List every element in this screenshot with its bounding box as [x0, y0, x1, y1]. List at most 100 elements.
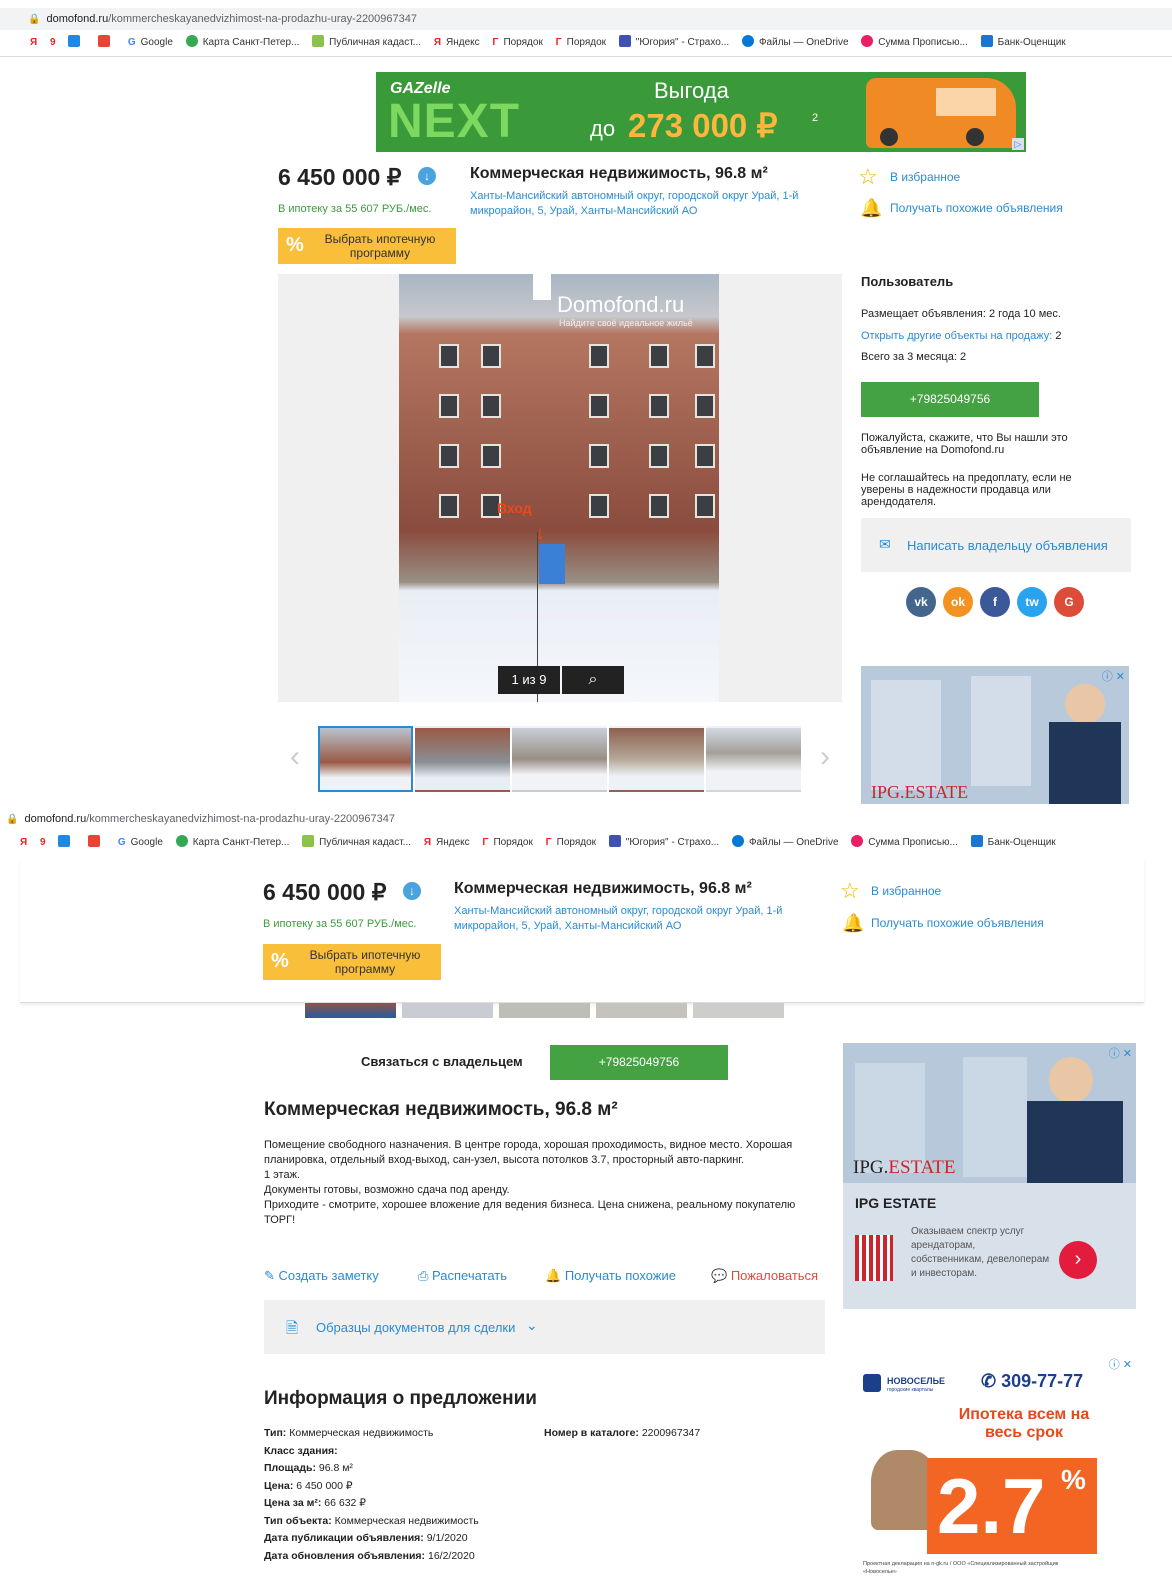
bookmark-summa[interactable]: Сумма Прописью...	[861, 30, 968, 56]
chevron-right-icon[interactable]: ›	[820, 740, 830, 774]
bell-icon[interactable]: 🔔	[842, 913, 864, 933]
url-bar[interactable]: 🔒 domofond.ru/kommercheskayanedvizhimost-…	[0, 8, 1172, 30]
google-plus-icon[interactable]: G	[1054, 587, 1084, 617]
entrance-label: Вход	[497, 500, 532, 516]
ad-close-icon[interactable]: ⓘ ✕	[1109, 1045, 1132, 1061]
sticky-favorite-link[interactable]: В избранное	[871, 884, 941, 898]
bookmark-poryadok-2[interactable]: Γ Порядок	[546, 830, 596, 856]
bookmark-summa[interactable]: Сумма Прописью...	[851, 830, 958, 856]
thumbnail[interactable]	[402, 1003, 493, 1018]
gmail-icon[interactable]	[98, 30, 115, 56]
bookmark-onedrive[interactable]: Файлы — OneDrive	[741, 30, 849, 56]
next-logo: NEXT	[388, 95, 521, 148]
thumbnail[interactable]	[415, 726, 510, 792]
bookmark-map[interactable]: Карта Санкт-Петер...	[185, 30, 299, 56]
sticky-address[interactable]: Ханты-Мансийский автономный округ, город…	[454, 904, 804, 934]
info-row: Площадь: 96.8 м²	[264, 1462, 353, 1474]
seller-others: Открыть другие объекты на продажу: 2	[861, 330, 1062, 342]
sticky-subscribe-link[interactable]: Получать похожие объявления	[871, 916, 1044, 930]
bookmark-bank[interactable]: Банк-Оценщик	[970, 830, 1056, 856]
novoselie-phone: ✆ 309-77-77	[981, 1371, 1084, 1391]
ad-close-icon[interactable]: ⓘ ✕	[1109, 1356, 1132, 1372]
thumbnail[interactable]	[499, 1003, 590, 1018]
bookmark-poryadok-1[interactable]: Γ Порядок	[492, 30, 542, 56]
price-info-icon[interactable]: ↓	[403, 882, 421, 900]
sticky-mortgage-button[interactable]: % Выбрать ипотечную программу	[263, 944, 441, 980]
similar-link[interactable]: 🔔 Получать похожие	[545, 1268, 676, 1284]
info-row: Дата публикации объявления: 9/1/2020	[264, 1532, 468, 1544]
thumbnail[interactable]	[596, 1003, 687, 1018]
bookmark-cadastre[interactable]: Публичная кадаст...	[312, 30, 421, 56]
create-note-link[interactable]: ✎ Создать заметку	[264, 1268, 379, 1284]
bookmark-cadastre[interactable]: Публичная кадаст...	[302, 830, 411, 856]
gmail-icon[interactable]	[88, 830, 105, 856]
thumbnail[interactable]	[318, 726, 413, 792]
bookmark-yandex[interactable]: Я Яндекс	[434, 30, 480, 56]
url-bar-2[interactable]: 🔒 domofond.ru/kommercheskayanedvizhimost-…	[0, 808, 1172, 830]
gazelle-banner-ad[interactable]: GAZelle NEXT Выгода до 273 000 ₽ 2 ▷	[376, 72, 1026, 152]
subscribe-link[interactable]: Получать похожие объявления	[890, 201, 1063, 215]
arrow-right-icon[interactable]: ›	[1059, 1241, 1097, 1279]
bookmark-yandex[interactable]: Я Яндекс	[424, 830, 470, 856]
percent-icon: %	[286, 234, 304, 256]
listing-address[interactable]: Ханты-Мансийский автономный округ, город…	[470, 189, 820, 219]
info-row: Тип: Коммерческая недвижимость	[264, 1427, 434, 1439]
phone-icon: ✆	[981, 1371, 997, 1391]
yandex-browser-icon[interactable]: 9	[50, 30, 56, 56]
favorite-link[interactable]: В избранное	[890, 170, 960, 184]
price-info-icon[interactable]: ↓	[418, 167, 436, 185]
photo-gallery[interactable]: Вход ↓ Domofond.ru Найдите своё идеально…	[278, 274, 842, 702]
star-icon[interactable]: ☆	[858, 166, 878, 188]
seller-note-found: Пожалуйста, скажите, что Вы нашли это об…	[861, 432, 1068, 456]
other-listings-link[interactable]: Открыть другие объекты на продажу:	[861, 330, 1052, 342]
thumbnail[interactable]	[305, 1003, 396, 1018]
thumbnail[interactable]	[706, 726, 801, 792]
watermark: Domofond.ru	[557, 292, 685, 317]
bookmark-google[interactable]: G Google	[118, 830, 163, 856]
bookmark-yugoria[interactable]: "Югория" - Страхо...	[618, 30, 729, 56]
yandex-icon[interactable]: Я	[20, 830, 27, 856]
write-owner-button[interactable]: ✉ Написать владельцу объявления	[861, 518, 1131, 572]
bookmark-poryadok-2[interactable]: Γ Порядок	[556, 30, 606, 56]
novoselie-brand: НОВОСЕЛЬЕ	[887, 1376, 946, 1386]
ipg-estate-ad[interactable]: IPG.ESTATE ⓘ ✕	[861, 666, 1129, 804]
report-link[interactable]: 💬 Пожаловаться	[711, 1268, 818, 1284]
thumbnail[interactable]	[512, 726, 607, 792]
info-row: Класс здания:	[264, 1444, 338, 1457]
documents-dropdown[interactable]: 🗎 Образцы документов для сделки ⌄	[264, 1300, 825, 1354]
novoselie-ad[interactable]: ⓘ ✕ НОВОСЕЛЬЕ городские кварталы ✆ 309-7…	[851, 1356, 1136, 1584]
bookmark-map[interactable]: Карта Санкт-Петер...	[175, 830, 289, 856]
listing-title: Коммерческая недвижимость, 96.8 м²	[470, 165, 768, 182]
bookmark-bank[interactable]: Банк-Оценщик	[980, 30, 1066, 56]
contact-phone-button[interactable]: +79825049756	[550, 1045, 728, 1080]
bell-icon[interactable]: 🔔	[860, 198, 882, 218]
twitter-icon[interactable]: tw	[1017, 587, 1047, 617]
vk-icon[interactable]: vk	[906, 587, 936, 617]
mail-icon[interactable]	[68, 30, 85, 56]
print-link[interactable]: ⎙ Распечатать	[418, 1268, 507, 1284]
bookmark-poryadok-1[interactable]: Γ Порядок	[482, 830, 532, 856]
main-photo[interactable]: Вход ↓ Domofond.ru Найдите своё идеально…	[399, 274, 719, 702]
bookmark-google[interactable]: G Google	[128, 30, 173, 56]
thumbnail[interactable]	[609, 726, 704, 792]
mail-icon[interactable]	[58, 830, 75, 856]
contact-label: Связаться с владельцем	[361, 1054, 523, 1069]
sticky-mortgage-payment: В ипотеку за 55 607 РУБ./мес.	[263, 918, 417, 930]
yandex-browser-icon[interactable]: 9	[40, 830, 46, 856]
star-icon[interactable]: ☆	[840, 880, 860, 902]
adchoices-icon[interactable]: ▷	[1012, 138, 1024, 150]
yandex-icon[interactable]: Я	[30, 30, 37, 56]
mortgage-program-button[interactable]: % Выбрать ипотечную программу	[278, 228, 456, 264]
chevron-left-icon[interactable]: ‹	[290, 740, 300, 774]
zoom-icon[interactable]: ⌕	[562, 666, 624, 694]
banner-prefix: до	[590, 116, 616, 141]
thumbnail[interactable]	[693, 1003, 784, 1018]
bookmark-onedrive[interactable]: Файлы — OneDrive	[731, 830, 839, 856]
ipg-estate-ad-full[interactable]: IPG.ESTATE IPG ESTATE Оказываем спектр у…	[843, 1043, 1136, 1309]
ad-close-icon[interactable]: ⓘ ✕	[1102, 668, 1125, 684]
bookmark-yugoria[interactable]: "Югория" - Страхо...	[608, 830, 719, 856]
seller-recent: Всего за 3 месяца: 2	[861, 351, 967, 363]
phone-button[interactable]: +79825049756	[861, 382, 1039, 417]
facebook-icon[interactable]: f	[980, 587, 1010, 617]
ok-icon[interactable]: ok	[943, 587, 973, 617]
